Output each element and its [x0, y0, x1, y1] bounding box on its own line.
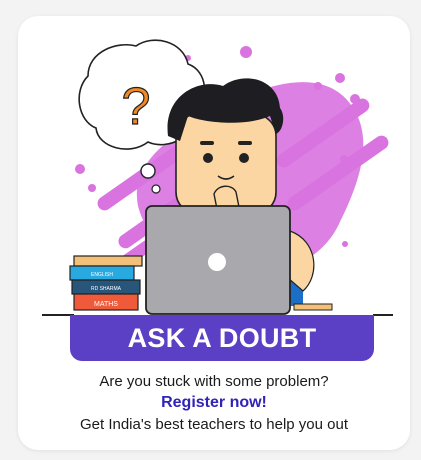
ask-doubt-banner[interactable]: ASK A DOUBT [70, 315, 374, 361]
ask-doubt-card[interactable]: ? ENGLISH RD SHARMA MATHS ASK A DOUBT Ar… [18, 16, 410, 450]
teachers-subtitle-text: Get India's best teachers to help you ou… [79, 416, 349, 433]
register-now-link[interactable]: Register now! [18, 394, 410, 412]
banner-title: ASK A DOUBT [127, 322, 317, 353]
laptop-icon [145, 205, 291, 315]
desk-line-right [373, 314, 393, 316]
student-illustration: ? ENGLISH RD SHARMA MATHS [69, 39, 389, 315]
book-label-middle: RD SHARMA [91, 286, 122, 292]
book-label-top: ENGLISH [91, 272, 113, 278]
question-mark: ? [122, 78, 151, 136]
student-head [167, 78, 284, 215]
book-label-bottom: MATHS [94, 301, 118, 308]
stuck-question-text: Are you stuck with some problem? [99, 373, 329, 390]
